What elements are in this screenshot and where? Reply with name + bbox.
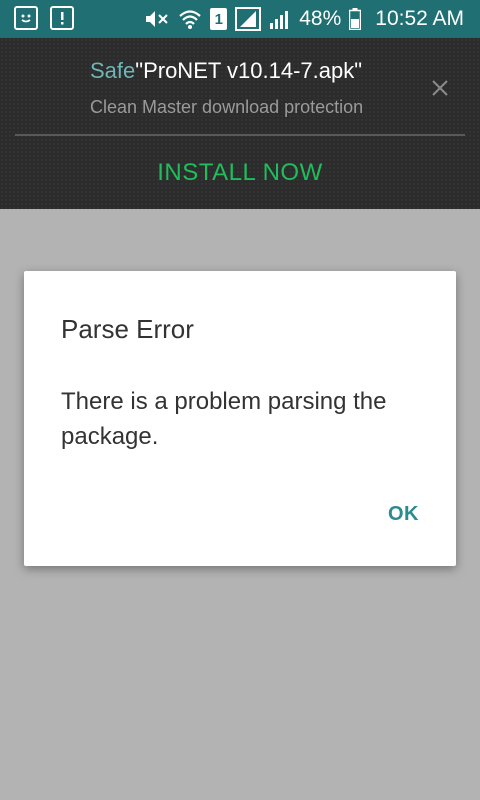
banner-title: Safe"ProNET v10.14-7.apk": [90, 58, 362, 84]
mute-icon: [144, 8, 170, 30]
smiley-notification-icon: [14, 6, 38, 30]
system-icons: 1 48% 10:52 AM: [144, 0, 464, 38]
download-protection-banner: Safe"ProNET v10.14-7.apk" Clean Master d…: [0, 38, 480, 209]
notification-icons: [14, 6, 74, 30]
signal-2-icon: [269, 8, 291, 30]
wifi-icon: [178, 8, 202, 30]
alert-notification-icon: [50, 6, 74, 30]
banner-file-name: "ProNET v10.14-7.apk": [135, 58, 363, 83]
close-icon[interactable]: [428, 76, 452, 100]
signal-1-icon: [235, 7, 262, 31]
status-bar: 1 48% 10:52 AM: [0, 0, 480, 38]
banner-subtitle: Clean Master download protection: [90, 97, 364, 117]
sim-1-icon: 1: [210, 8, 228, 30]
dialog-message: There is a problem parsing the package.: [61, 388, 387, 450]
battery-icon: [349, 8, 362, 30]
clock: 10:52 AM: [375, 7, 464, 30]
dialog-title: Parse Error: [61, 314, 194, 344]
install-now-button[interactable]: INSTALL NOW: [0, 136, 480, 209]
ok-button[interactable]: OK: [388, 503, 419, 526]
battery-percent: 48%: [299, 7, 342, 30]
parse-error-dialog: Parse Error There is a problem parsing t…: [24, 271, 456, 566]
banner-safe-label: Safe: [90, 58, 136, 83]
